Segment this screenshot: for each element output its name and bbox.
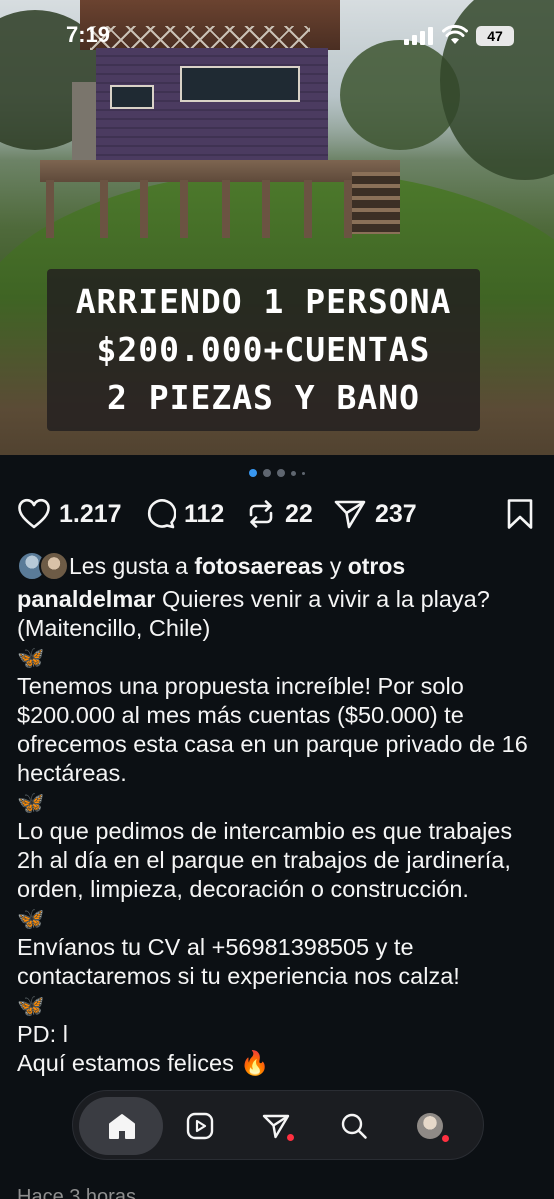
status-time: 7:19 — [66, 22, 111, 47]
deck-post — [100, 180, 108, 238]
caption-text: Quieres venir a vivir a la playa? — [161, 586, 490, 612]
liked-by-prefix: Les gusta a — [69, 552, 188, 579]
liked-by-row[interactable]: Les gusta a fotosaereas y otros — [17, 549, 405, 583]
butterfly-emoji: 🦋 — [17, 993, 45, 1018]
caption-text: Lo que pedimos de intercambio es que tra… — [17, 818, 513, 902]
like-action[interactable]: 1.217 — [17, 494, 122, 534]
butterfly-emoji: 🦋 — [17, 790, 45, 815]
post-actions: 1.217 112 22 237 — [0, 494, 554, 534]
liked-by-text: Les gusta a fotosaereas y otros — [69, 553, 405, 580]
banner-line: ARRIENDO 1 PERSONA — [75, 282, 452, 321]
avatar — [39, 551, 69, 581]
repost-icon — [249, 500, 273, 528]
cabin-window — [110, 85, 154, 109]
fire-emoji: 🔥 — [240, 1050, 270, 1076]
post-time-ago: Hace 3 horas — [17, 1186, 136, 1199]
wifi-icon — [442, 24, 468, 44]
caption-line: Aquí estamos felices 🔥 — [17, 1049, 537, 1078]
liked-by-user[interactable]: fotosaereas — [194, 553, 323, 579]
profile-avatar — [417, 1113, 443, 1139]
caption-text: Aquí estamos felices — [17, 1050, 234, 1076]
liked-by-others[interactable]: otros — [348, 553, 406, 579]
deck-post — [46, 180, 54, 238]
liked-by-connector: y — [329, 552, 342, 579]
carousel-dot — [291, 470, 296, 476]
repost-count: 22 — [285, 499, 313, 528]
carousel-dot-active — [249, 469, 257, 477]
caption-text: Envíanos tu CV al +56981398505 y te cont… — [17, 934, 460, 989]
carousel-dot — [302, 471, 305, 475]
caption-text: (Maitencillo, Chile) — [17, 615, 211, 641]
send-icon — [334, 500, 366, 529]
nav-profile-button[interactable] — [411, 1107, 449, 1145]
nav-reels-button[interactable] — [181, 1107, 219, 1145]
banner-line: 2 PIEZAS Y BANO — [106, 378, 420, 417]
comment-icon — [147, 499, 176, 529]
nav-direct-button[interactable] — [257, 1107, 295, 1145]
carousel-indicator — [0, 467, 554, 479]
status-bar: 7:19 47 — [0, 0, 554, 64]
caption-line: panaldelmar Quieres venir a vivir a la p… — [17, 585, 537, 614]
notification-dot — [287, 1134, 294, 1141]
reels-icon — [186, 1112, 214, 1140]
cabin-deck — [40, 160, 400, 182]
comment-action[interactable]: 112 — [144, 494, 224, 534]
deck-post — [344, 180, 352, 238]
image-text-banner: ARRIENDO 1 PERSONA $200.000+CUENTAS 2 PI… — [47, 269, 480, 431]
bookmark-icon[interactable] — [506, 498, 534, 530]
repost-action[interactable]: 22 — [245, 494, 313, 534]
cabin-stairs — [352, 172, 400, 234]
nav-search-button[interactable] — [335, 1107, 373, 1145]
caption-text: Tenemos una propuesta increíble! Por sol… — [17, 673, 528, 786]
banner-line: $200.000+CUENTAS — [96, 330, 431, 369]
butterfly-emoji: 🦋 — [17, 906, 45, 931]
deck-post — [140, 180, 148, 238]
deck-post — [180, 180, 188, 238]
comment-count: 112 — [184, 499, 225, 528]
cabin-window — [180, 66, 300, 102]
butterfly-emoji: 🦋 — [17, 645, 45, 670]
post-caption: panaldelmar Quieres venir a vivir a la p… — [17, 585, 537, 1078]
deck-post — [304, 180, 312, 238]
heart-icon — [18, 498, 50, 529]
battery-indicator: 47 — [476, 26, 514, 46]
caption-username[interactable]: panaldelmar — [17, 586, 155, 612]
direct-icon — [262, 1114, 290, 1139]
liked-by-avatars — [17, 551, 69, 581]
carousel-dot — [263, 469, 271, 477]
notification-dot — [442, 1135, 449, 1142]
home-icon — [109, 1114, 135, 1139]
share-count: 237 — [375, 499, 417, 528]
search-icon — [341, 1113, 367, 1139]
bottom-nav — [72, 1090, 484, 1160]
cellular-signal-icon — [404, 27, 434, 45]
carousel-dot — [277, 469, 285, 477]
post-image[interactable]: ARRIENDO 1 PERSONA $200.000+CUENTAS 2 PI… — [0, 0, 554, 455]
share-action[interactable]: 237 — [333, 494, 417, 534]
deck-post — [262, 180, 270, 238]
like-count: 1.217 — [59, 499, 122, 528]
caption-text: PD: l — [17, 1021, 68, 1047]
nav-home-button[interactable] — [79, 1097, 163, 1155]
deck-post — [222, 180, 230, 238]
